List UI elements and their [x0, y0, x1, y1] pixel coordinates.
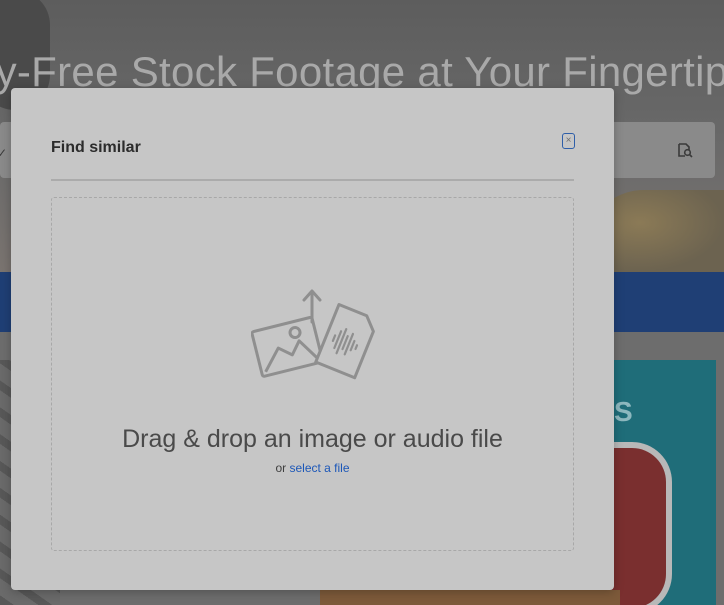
promo-card[interactable]: S: [608, 360, 716, 605]
dropzone-subtext: or select a file: [52, 461, 573, 475]
search-category-chevron[interactable]: ✓: [0, 146, 7, 160]
modal-divider: [51, 179, 574, 181]
or-text: or: [275, 461, 287, 475]
image-audio-upload-icon: [251, 289, 375, 380]
select-file-link[interactable]: select a file: [289, 461, 349, 475]
file-dropzone[interactable]: Drag & drop an image or audio file or se…: [51, 197, 574, 551]
close-button[interactable]: ×: [562, 133, 575, 149]
content-thumbnail-bottom: [320, 590, 620, 605]
modal-title: Find similar: [51, 139, 141, 156]
find-similar-modal: Find similar × Drag & drop an image or a…: [11, 88, 614, 590]
promo-letter: S: [614, 396, 633, 427]
promo-graphic: [608, 442, 672, 605]
dropzone-headline: Drag & drop an image or audio file: [122, 425, 503, 453]
visual-search-button[interactable]: [672, 138, 698, 162]
close-icon: ×: [565, 135, 572, 146]
camera-search-icon: [678, 143, 693, 158]
